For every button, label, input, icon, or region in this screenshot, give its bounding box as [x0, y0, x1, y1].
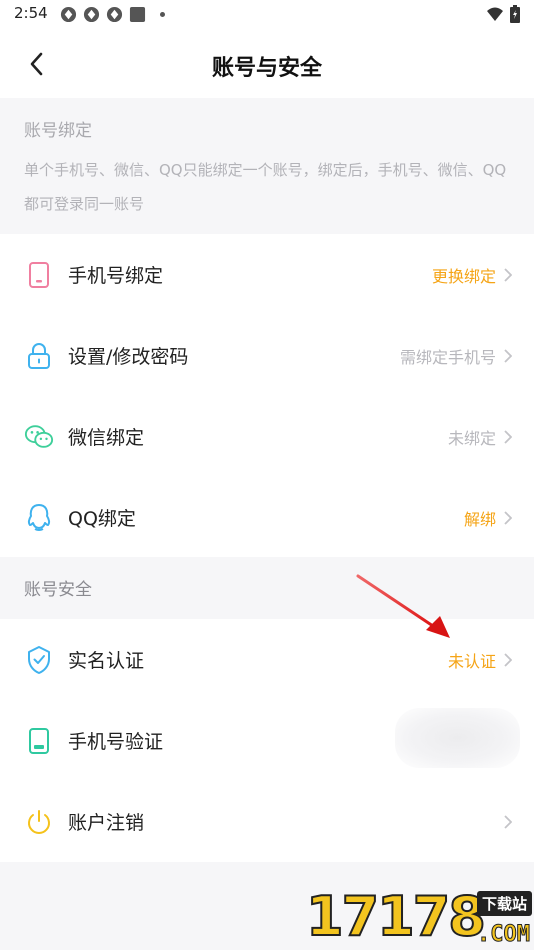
row-qq[interactable]: QQ绑定 解绑 [0, 477, 534, 558]
watermark-domain: .COM [477, 922, 531, 948]
header: 账号与安全 [0, 30, 534, 98]
binding-section-description: 单个手机号、微信、QQ只能绑定一个账号，绑定后，手机号、微信、QQ都可登录同一账… [24, 161, 507, 213]
chevron-right-icon [504, 814, 514, 829]
row-status: 未认证 [447, 651, 496, 671]
row-label: 账户注销 [68, 812, 145, 834]
status-right-icons [486, 5, 520, 23]
chevron-right-icon [504, 348, 514, 363]
binding-section-title: 账号绑定 [24, 121, 92, 141]
row-wechat[interactable]: 微信绑定 未绑定 [0, 396, 534, 477]
dot-icon [160, 12, 165, 17]
row-phone-binding[interactable]: 手机号绑定 更换绑定 [0, 234, 534, 315]
row-label: 设置/修改密码 [68, 346, 189, 368]
chevron-right-icon [504, 429, 514, 444]
row-label: 微信绑定 [68, 427, 145, 449]
row-label: QQ绑定 [68, 508, 136, 530]
app-notification-icon [83, 6, 100, 23]
binding-list: 手机号绑定 更换绑定 设置/修改密码 需绑定手机号 微信绑定 未绑定 QQ绑定 … [0, 234, 534, 558]
watermark-number: 17178 [305, 884, 487, 949]
wechat-icon [24, 422, 54, 452]
binding-section-header: 账号绑定 单个手机号、微信、QQ只能绑定一个账号，绑定后，手机号、微信、QQ都可… [0, 98, 534, 234]
watermark-tag: 下载站 [476, 891, 532, 916]
status-bar: 2:54 [0, 0, 534, 30]
site-watermark-logo: 17178 下载站 .COM [305, 884, 532, 949]
app-notification-icon [106, 6, 123, 23]
row-status: 解绑 [463, 509, 496, 529]
phone-verify-icon [24, 726, 54, 756]
page-title: 账号与安全 [211, 56, 322, 81]
chevron-right-icon [504, 510, 514, 525]
chevron-right-icon [504, 267, 514, 282]
row-password[interactable]: 设置/修改密码 需绑定手机号 [0, 315, 534, 396]
row-status: 更换绑定 [431, 266, 496, 286]
blurred-region [395, 708, 520, 768]
row-label: 手机号绑定 [68, 265, 164, 287]
lock-icon [24, 341, 54, 371]
power-icon [24, 807, 54, 837]
app-notification-icon [60, 6, 77, 23]
qq-icon [24, 503, 54, 533]
status-time: 2:54 [14, 4, 48, 22]
battery-icon [510, 5, 520, 23]
row-label: 实名认证 [68, 650, 145, 672]
chevron-right-icon [504, 652, 514, 667]
row-status: 未绑定 [447, 428, 496, 448]
security-section-title: 账号安全 [0, 557, 534, 619]
phone-icon [24, 260, 54, 290]
status-notification-icons [60, 6, 165, 23]
shield-check-icon [24, 645, 54, 675]
app-square-icon [129, 6, 146, 23]
wifi-icon [487, 7, 503, 21]
row-account-cancel[interactable]: 账户注销 [0, 781, 534, 862]
row-real-name[interactable]: 实名认证 未认证 [0, 619, 534, 700]
row-status: 需绑定手机号 [399, 347, 496, 367]
